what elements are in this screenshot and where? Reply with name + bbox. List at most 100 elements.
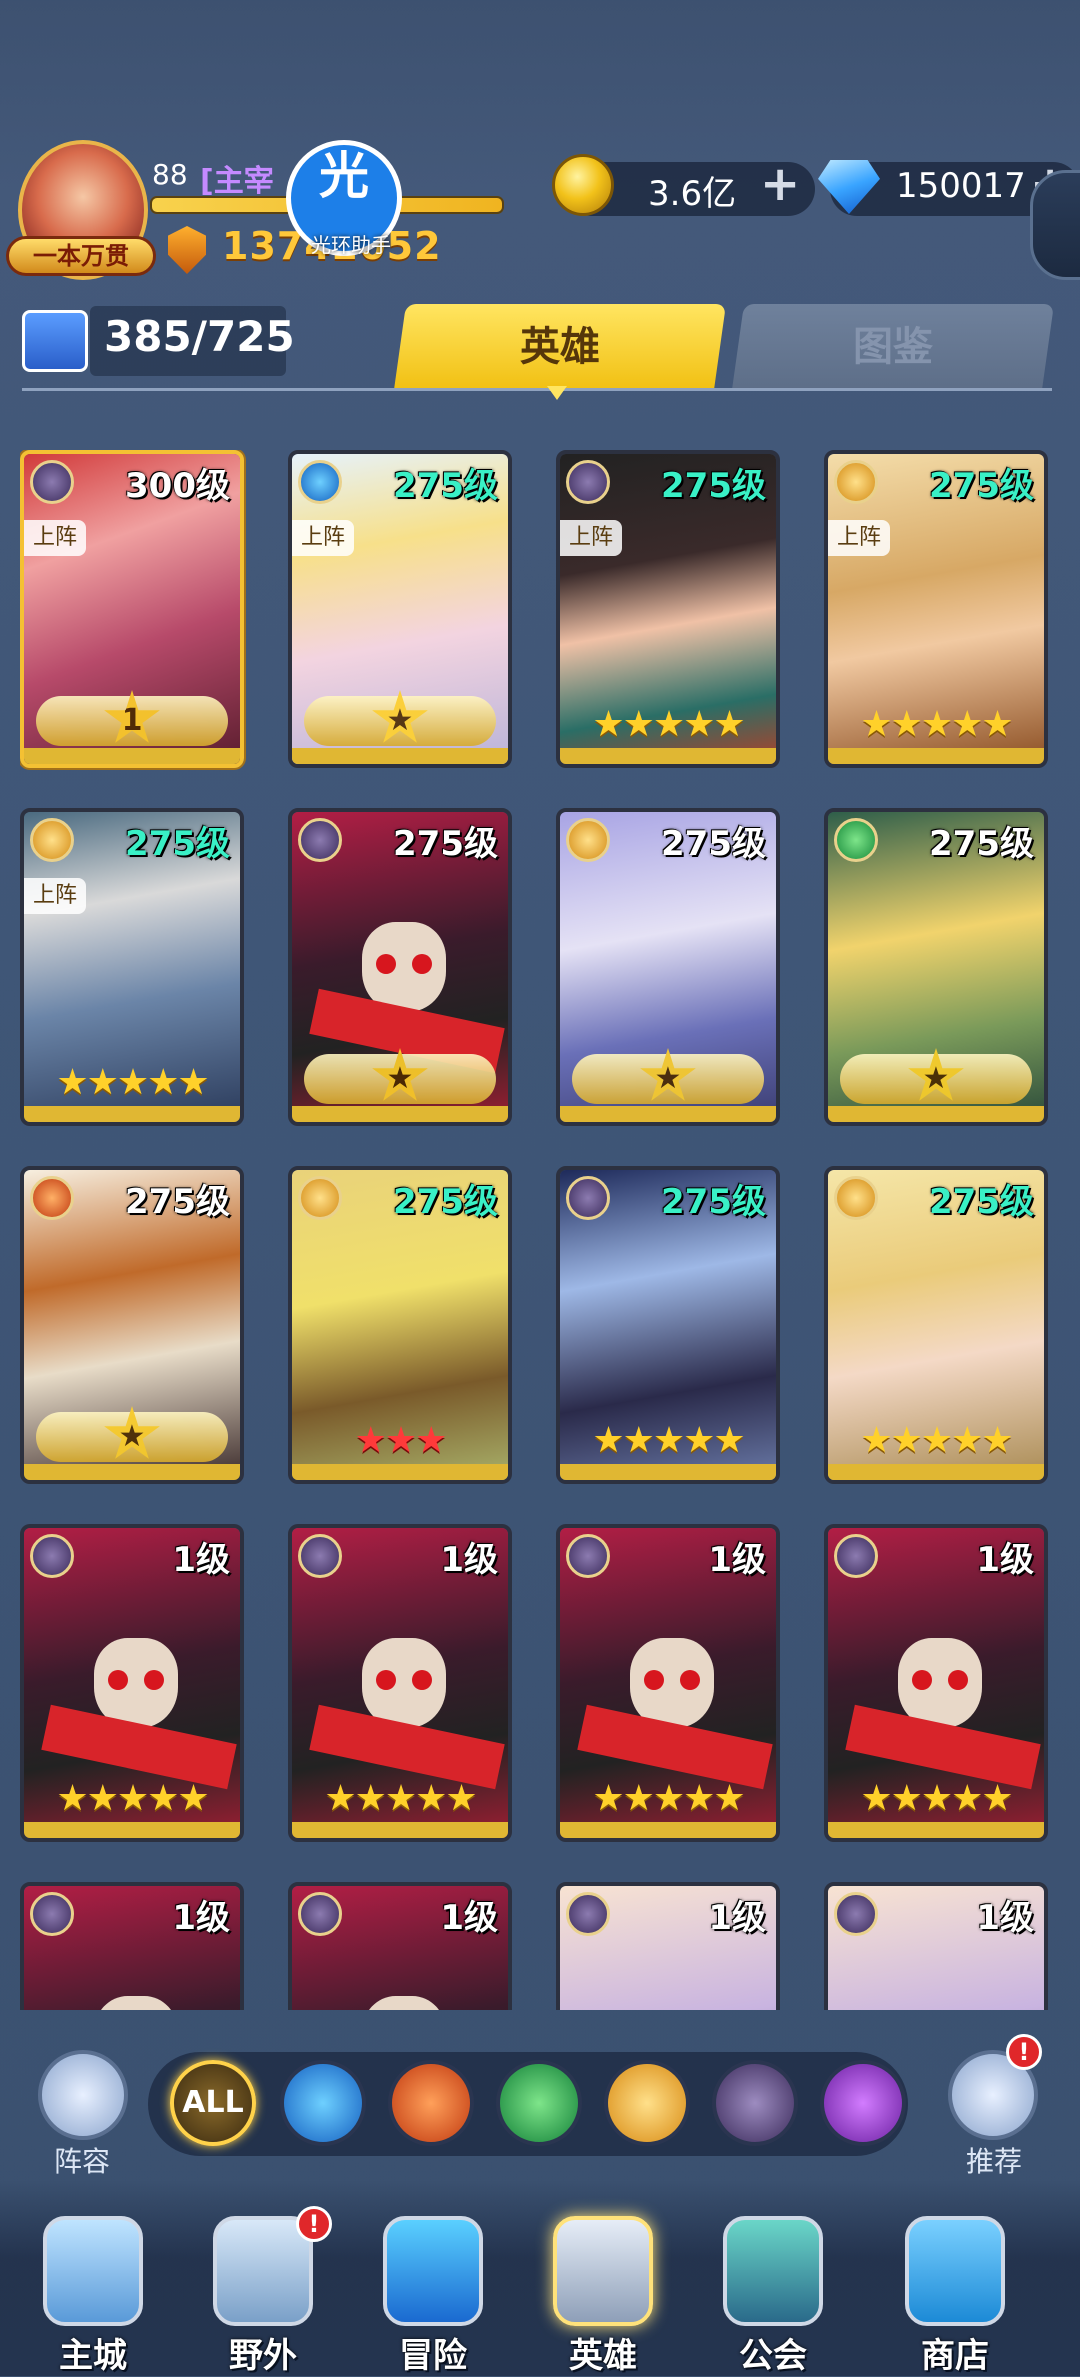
hero-stars: ★★★★★ <box>56 1778 209 1819</box>
gold-amount: 3.6亿 <box>648 174 737 214</box>
dark-element-icon <box>298 818 342 862</box>
wing-rank-emblem: ★ <box>840 1048 1032 1104</box>
dark-element-icon <box>834 1534 878 1578</box>
light-element-icon <box>834 460 878 504</box>
hero-card[interactable]: 1级 <box>20 1882 244 2010</box>
hero-card[interactable]: 1级 ★★★★★ <box>288 1524 512 1842</box>
hero-card[interactable]: 275级 ★ <box>556 808 780 1126</box>
wing-rank-emblem: ★ <box>572 1048 764 1104</box>
nav-heroes[interactable]: 英雄 <box>528 2210 678 2376</box>
hero-card[interactable]: 1级 ★★★★★ <box>824 1524 1048 1842</box>
tab-heroes-label: 英雄 <box>520 324 600 370</box>
dark-element-icon <box>566 460 610 504</box>
on-team-tag: 上阵 <box>560 520 622 556</box>
hero-card[interactable]: 1级 <box>824 1882 1048 2010</box>
rank-star: ★ <box>372 1048 428 1101</box>
dark-element-icon <box>30 460 74 504</box>
hero-card[interactable]: 1级 <box>288 1882 512 2010</box>
filter-void-icon[interactable] <box>820 2060 906 2146</box>
rank-star: ★ <box>908 1048 964 1101</box>
hero-level: 1级 <box>172 1898 230 1938</box>
hero-stars: ★★★★★ <box>592 1420 745 1461</box>
hero-stars: ★★★★★ <box>592 1778 745 1819</box>
nav-shop[interactable]: 商店 <box>880 2210 1030 2376</box>
nav-guild[interactable]: 公会 <box>698 2210 848 2376</box>
hero-card[interactable]: 275级 ★★★★★ <box>556 1166 780 1484</box>
nav-adventure[interactable]: 冒险 <box>358 2210 508 2376</box>
power-shield-icon <box>168 226 206 274</box>
hero-stars: ★★★ <box>354 1420 448 1461</box>
hero-card[interactable]: 275级 ★★★★★ <box>824 1166 1048 1484</box>
filter-all-button[interactable]: ALL <box>170 2060 256 2146</box>
wing-rank-emblem: ★ <box>304 690 496 746</box>
on-team-tag: 上阵 <box>24 520 86 556</box>
hero-level: 275级 <box>393 466 498 506</box>
filter-water-icon[interactable] <box>280 2060 366 2146</box>
dark-element-icon <box>834 1892 878 1936</box>
hero-stars: ★★★★★ <box>56 1062 209 1103</box>
vip-title-tag: 一本万贯 <box>6 236 156 276</box>
player-level: 88 <box>152 158 188 191</box>
filter-light-icon[interactable] <box>604 2060 690 2146</box>
hero-card[interactable]: 275级 ★ <box>288 808 512 1126</box>
light-element-icon <box>834 1176 878 1220</box>
nav-label: 主城 <box>59 2336 127 2376</box>
hero-level: 275级 <box>929 466 1034 506</box>
hero-card[interactable]: 275级 ★ <box>20 1166 244 1484</box>
rank-star: ★ <box>640 1048 696 1101</box>
light-element-icon <box>30 818 74 862</box>
hero-card[interactable]: 1级 ★★★★★ <box>556 1524 780 1842</box>
skull-mask <box>362 922 446 1012</box>
lineup-button[interactable] <box>38 2050 128 2140</box>
hero-stars: ★★★★★ <box>860 1778 1013 1819</box>
filter-dark-icon[interactable] <box>712 2060 798 2146</box>
on-team-tag: 上阵 <box>292 520 354 556</box>
hero-stars: ★★★★★ <box>860 704 1013 745</box>
hero-level: 275级 <box>661 824 766 864</box>
wing-rank-emblem: ★ <box>36 1406 228 1462</box>
gem-amount: 150017 <box>896 166 1026 206</box>
skull-mask <box>630 1638 714 1728</box>
nature-element-icon <box>834 818 878 862</box>
hero-level: 1级 <box>708 1898 766 1938</box>
add-gold-button[interactable]: + <box>760 156 800 212</box>
hero-level: 1级 <box>708 1540 766 1580</box>
hero-card[interactable]: 275级 上阵 ★★★★★ <box>556 450 780 768</box>
hero-level: 1级 <box>172 1540 230 1580</box>
nav-label: 英雄 <box>569 2336 637 2376</box>
trident-icon <box>383 2216 483 2326</box>
hero-card[interactable]: 275级 ★★★ <box>288 1166 512 1484</box>
hero-level: 275级 <box>125 824 230 864</box>
skull-mask <box>362 1638 446 1728</box>
tab-heroes[interactable]: 英雄 <box>393 304 727 390</box>
rank-star: ★ <box>372 690 428 743</box>
hero-card[interactable]: 275级 上阵 ★ <box>288 450 512 768</box>
wild-alert-badge: ! <box>296 2206 332 2242</box>
water-element-icon <box>298 460 342 504</box>
rank-star: 1 <box>104 690 160 743</box>
hero-card[interactable]: 300级 上阵 1 <box>20 450 244 768</box>
hero-card[interactable]: 275级 上阵 ★★★★★ <box>824 450 1048 768</box>
hero-level: 1级 <box>976 1540 1034 1580</box>
light-element-icon <box>298 1176 342 1220</box>
hero-count: 385/725 <box>104 312 295 361</box>
nav-label: 野外 <box>229 2336 297 2376</box>
hero-card[interactable]: 275级 ★ <box>824 808 1048 1126</box>
hero-card[interactable]: 275级 上阵 ★★★★★ <box>20 808 244 1126</box>
watermark-label: 光环助手 <box>311 233 391 257</box>
hero-card[interactable]: 1级 <box>556 1882 780 2010</box>
filter-fire-icon[interactable] <box>388 2060 474 2146</box>
lineup-label: 阵容 <box>53 2145 110 2178</box>
side-menu-button[interactable] <box>1030 170 1080 280</box>
dark-element-icon <box>566 1892 610 1936</box>
nav-label: 商店 <box>921 2336 989 2376</box>
banner-icon <box>723 2216 823 2326</box>
hero-level: 275级 <box>661 466 766 506</box>
nav-main-city[interactable]: 主城 <box>18 2210 168 2376</box>
hero-card[interactable]: 1级 ★★★★★ <box>20 1524 244 1842</box>
dark-element-icon <box>298 1534 342 1578</box>
hero-level: 275级 <box>393 1182 498 1222</box>
filter-nature-icon[interactable] <box>496 2060 582 2146</box>
tab-codex[interactable]: 图鉴 <box>731 304 1055 390</box>
dark-element-icon <box>566 1176 610 1220</box>
